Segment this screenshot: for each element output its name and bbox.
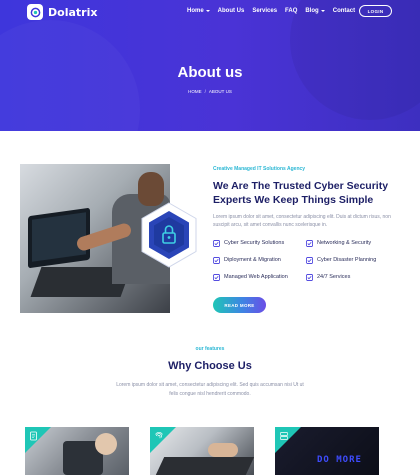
nav-item-services[interactable]: Services <box>252 8 277 14</box>
about-description: Lorem ipsum dolor sit amet, consectetur … <box>213 214 391 228</box>
list-item-label: Networking & Security <box>317 240 372 246</box>
document-shield-icon <box>30 431 37 441</box>
breadcrumb-separator: / <box>204 89 206 94</box>
breadcrumb-home[interactable]: HOME <box>188 89 202 94</box>
login-button[interactable]: LOGIN <box>359 5 392 17</box>
about-kicker: Creative Managed IT Solutions Agency <box>213 166 306 172</box>
about-feature-list: Cyber Security Solutions Networking & Se… <box>213 239 393 281</box>
photo-person-head <box>138 172 164 206</box>
chevron-down-icon <box>205 10 210 12</box>
nav-item-label: Blog <box>305 8 319 14</box>
feature-card[interactable] <box>150 427 254 475</box>
chevron-down-icon <box>320 10 325 12</box>
list-item: Diployment & Migration <box>213 256 306 264</box>
brand-name: Dolatrix <box>48 5 98 19</box>
nav-item-label: Services <box>252 8 278 14</box>
hero-decor-circle-2 <box>290 0 420 120</box>
page-header-hero: Dolatrix Home About Us Services FAQ Blog… <box>0 0 420 131</box>
nav-item-contact[interactable]: Contact <box>333 8 355 14</box>
list-item: Networking & Security <box>306 239 393 247</box>
checkbox-check-icon <box>213 239 220 247</box>
about-heading: We Are The Trusted Cyber Security Expert… <box>213 180 389 206</box>
list-item-label: Diployment & Migration <box>224 257 281 263</box>
features-kicker: our features <box>195 346 225 352</box>
nav-item-about-us[interactable]: About Us <box>218 8 245 14</box>
checkbox-check-icon <box>213 256 220 264</box>
list-item-label: Cyber Security Solutions <box>224 240 285 246</box>
list-item-label: Cyber Disaster Planning <box>317 257 377 263</box>
nav-item-faq[interactable]: FAQ <box>285 8 297 14</box>
features-title: Why Choose Us <box>168 360 252 372</box>
nav-item-label: About Us <box>217 8 245 14</box>
breadcrumb: HOME / ABOUT US <box>0 89 420 94</box>
list-item-label: Managed Web Application <box>224 274 288 280</box>
brand-logo[interactable]: Dolatrix <box>27 4 97 20</box>
list-item: Cyber Security Solutions <box>213 239 306 247</box>
server-icon <box>280 432 288 440</box>
features-description: Lorem ipsum dolor sit amet, consectetur … <box>116 382 304 397</box>
main-nav: Home About Us Services FAQ Blog Contact <box>187 8 355 14</box>
page-title: About us <box>177 64 243 81</box>
list-item: Cyber Disaster Planning <box>306 256 393 264</box>
checkbox-check-icon <box>306 256 313 264</box>
logo-mark-icon <box>27 4 43 20</box>
fingerprint-icon <box>155 432 163 439</box>
feature-card[interactable]: DO MORE <box>275 427 379 475</box>
card-photo-hands <box>208 443 238 457</box>
nav-item-label: FAQ <box>285 8 298 14</box>
list-item-label: 24/7 Services <box>317 274 351 280</box>
nav-item-label: Home <box>187 8 204 14</box>
nav-item-home[interactable]: Home <box>187 8 210 14</box>
nav-item-blog[interactable]: Blog <box>305 8 325 14</box>
list-item: Managed Web Application <box>213 273 306 281</box>
card-screen-text: DO MORE <box>317 455 362 465</box>
checkbox-check-icon <box>306 273 313 281</box>
checkbox-check-icon <box>306 239 313 247</box>
checkbox-check-icon <box>213 273 220 281</box>
card-photo-keyboard <box>155 457 254 475</box>
nav-item-label: Contact <box>332 8 356 14</box>
lock-shield-icon <box>141 202 197 268</box>
card-photo-hand <box>95 433 117 455</box>
read-more-button[interactable]: READ MORE <box>213 297 266 313</box>
list-item: 24/7 Services <box>306 273 393 281</box>
feature-card[interactable] <box>25 427 129 475</box>
breadcrumb-current: ABOUT US <box>208 89 232 94</box>
